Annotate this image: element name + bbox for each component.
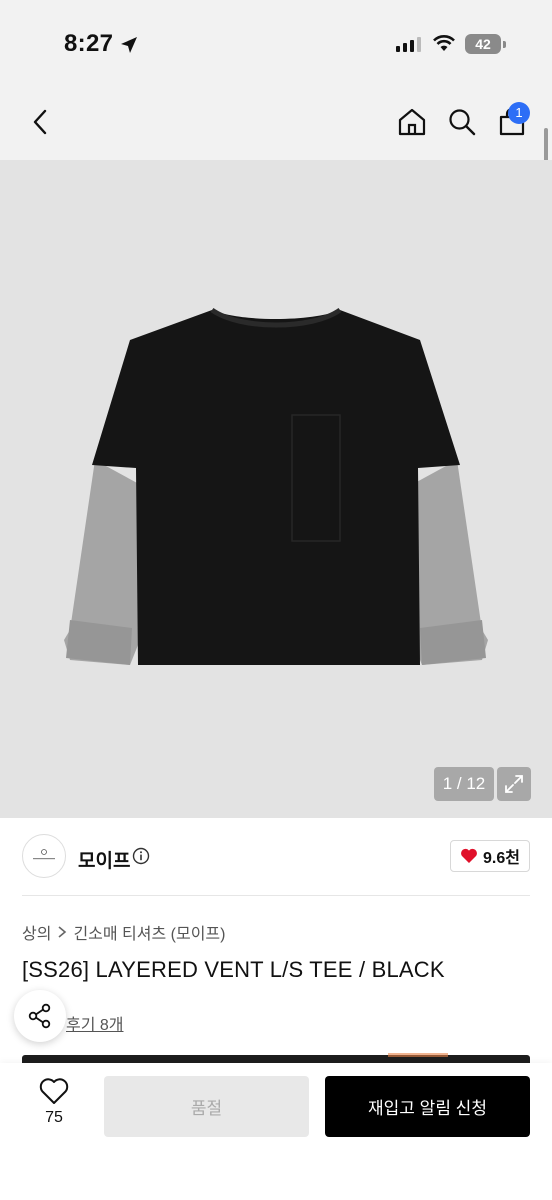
chevron-right-icon	[58, 926, 67, 938]
product-photo	[64, 307, 488, 665]
back-icon	[33, 109, 47, 135]
brand-row: 모이프 9.6천	[22, 834, 530, 880]
expand-button[interactable]	[497, 767, 531, 801]
breadcrumb-item-subcategory[interactable]: 긴소매 티셔츠 (모이프)	[73, 920, 225, 944]
review-link[interactable]: 후기 8개	[66, 1011, 124, 1035]
brand-name[interactable]: 모이프	[78, 846, 130, 873]
promo-banner[interactable]	[22, 1055, 530, 1063]
product-image-gallery[interactable]: 1 / 12	[0, 160, 552, 818]
expand-icon	[505, 775, 523, 793]
home-button[interactable]	[392, 102, 432, 142]
status-bar: 8:27 42	[0, 0, 552, 90]
breadcrumb-item-category[interactable]: 상의	[22, 920, 51, 944]
search-icon	[449, 109, 476, 136]
back-button[interactable]	[22, 104, 58, 140]
battery-icon: 42	[465, 34, 501, 54]
brand-logo[interactable]	[22, 834, 66, 878]
promo-banner-accent	[388, 1053, 448, 1057]
home-icon	[398, 108, 426, 136]
brand-like-count: 9.6천	[483, 850, 520, 867]
share-button[interactable]	[14, 990, 66, 1042]
status-time: 8:27	[64, 30, 114, 57]
info-icon[interactable]	[132, 847, 150, 865]
heart-filled-icon	[461, 848, 477, 863]
location-arrow-icon	[121, 37, 137, 53]
divider	[22, 895, 530, 896]
restock-alert-button[interactable]: 재입고 알림 신청	[325, 1076, 530, 1137]
bottom-action-bar: 75 품절 재입고 알림 신청	[0, 1063, 552, 1200]
brand-like-button[interactable]: 9.6천	[450, 840, 530, 872]
wishlist-count: 75	[45, 1109, 63, 1126]
nav-bar	[0, 90, 552, 160]
soldout-button: 품절	[104, 1076, 309, 1137]
wifi-icon	[433, 35, 455, 51]
search-button[interactable]	[442, 102, 482, 142]
battery-tip	[503, 41, 506, 48]
wishlist-button[interactable]: 75	[30, 1077, 78, 1137]
heart-outline-icon	[39, 1078, 69, 1104]
brand-logo-mark	[33, 849, 55, 860]
breadcrumb: 상의 긴소매 티셔츠 (모이프)	[22, 920, 225, 944]
signal-icon	[396, 37, 421, 52]
image-counter: 1 / 12	[434, 767, 494, 801]
cart-badge: 1	[508, 102, 530, 124]
product-title: [SS26] LAYERED VENT L/S TEE / BLACK	[22, 957, 445, 982]
share-icon	[28, 1003, 51, 1029]
